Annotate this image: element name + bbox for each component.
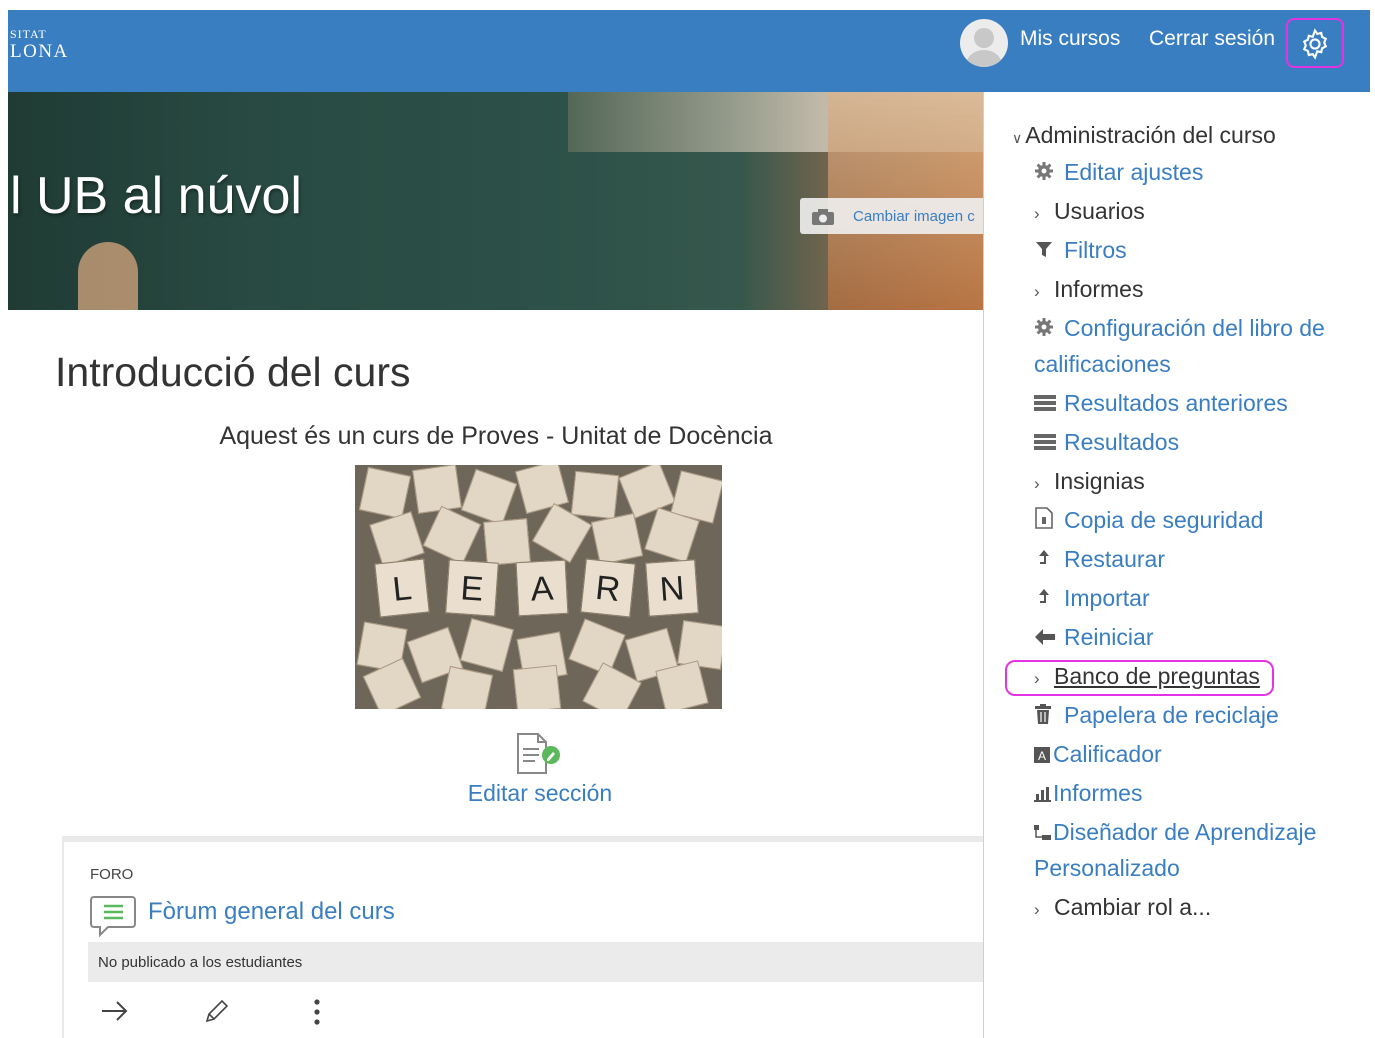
chevron-right-icon: › — [1034, 282, 1040, 301]
admin-section-header[interactable]: ∨ Administración del curso — [1012, 122, 1276, 149]
nav-users[interactable]: › Usuarios — [1034, 194, 1145, 231]
chevron-right-icon: › — [1034, 204, 1040, 223]
tile-letter: N — [645, 559, 699, 617]
gear-icon — [1034, 312, 1064, 347]
file-icon — [1034, 504, 1064, 539]
learn-image: L E A R N — [355, 465, 722, 709]
nav-gradebook-setup[interactable]: Configuración del libro de calificacione… — [1034, 311, 1352, 382]
settings-button[interactable] — [1286, 18, 1344, 68]
chevron-right-icon: › — [1034, 474, 1040, 493]
logo-line-1: SITAT — [10, 27, 47, 41]
nav-grader[interactable]: A Calificador — [1034, 737, 1162, 773]
university-logo[interactable]: SITAT LONA — [10, 28, 69, 61]
chevron-right-icon: › — [1034, 669, 1040, 688]
camera-icon — [812, 209, 834, 225]
more-options-icon[interactable] — [312, 998, 322, 1031]
course-administration-drawer: ∨ Administración del curso Editar ajustes… — [983, 92, 1375, 1038]
my-courses-link[interactable]: Mis cursos — [1020, 27, 1120, 51]
gear-icon — [1034, 156, 1064, 191]
tile-letter: A — [515, 559, 569, 617]
list-icon — [1034, 426, 1064, 461]
course-banner: l UB al núvol Cambiar imagen c — [8, 92, 984, 310]
change-image-button[interactable]: Cambiar imagen c — [800, 198, 984, 234]
nav-reports[interactable]: › Informes — [1034, 272, 1143, 309]
arrow-left-icon — [1034, 621, 1064, 656]
pencil-icon[interactable] — [202, 998, 230, 1031]
grade-icon: A — [1034, 738, 1053, 773]
nav-previous-outcomes[interactable]: Resultados anteriores — [1034, 386, 1288, 422]
nav-backup[interactable]: Copia de seguridad — [1034, 503, 1263, 539]
logout-link[interactable]: Cerrar sesión — [1149, 27, 1275, 51]
nav-recycle-bin[interactable]: Papelera de reciclaje — [1034, 698, 1279, 734]
nav-restore[interactable]: Restaurar — [1034, 542, 1165, 578]
tree-icon — [1034, 816, 1053, 851]
list-icon — [1034, 387, 1064, 422]
course-title: l UB al núvol — [10, 167, 302, 225]
forum-activity-card: FORO Fòrum general del curs No publicado… — [62, 836, 986, 1038]
activity-type-label: FORO — [90, 866, 134, 883]
forum-link[interactable]: Fòrum general del curs — [148, 898, 395, 926]
change-image-label: Cambiar imagen c — [853, 208, 975, 225]
nav-learning-designer[interactable]: Diseñador de Aprendizaje Personalizado — [1034, 815, 1352, 886]
nav-filters[interactable]: Filtros — [1034, 233, 1127, 269]
nav-outcomes[interactable]: Resultados — [1034, 425, 1179, 461]
visibility-note: No publicado a los estudiantes — [88, 942, 986, 982]
gear-icon — [1302, 28, 1328, 60]
logo-line-2: LONA — [10, 41, 69, 62]
chevron-down-icon: ∨ — [1012, 130, 1023, 146]
arrow-right-icon[interactable] — [100, 998, 130, 1029]
section-title: Introducció del curs — [55, 349, 411, 395]
tile-letter: E — [445, 559, 499, 617]
filter-icon — [1034, 234, 1064, 269]
tile-letter: L — [374, 558, 430, 618]
trash-icon — [1034, 699, 1064, 734]
edit-section-icon[interactable] — [515, 733, 563, 780]
svg-text:A: A — [1038, 749, 1046, 763]
chevron-right-icon: › — [1034, 900, 1040, 919]
nav-badges[interactable]: › Insignias — [1034, 464, 1145, 501]
nav-edit-settings[interactable]: Editar ajustes — [1034, 155, 1203, 191]
top-navbar: SITAT LONA Mis cursos Cerrar sesión — [8, 10, 1370, 92]
section-summary: Aquest és un curs de Proves - Unitat de … — [219, 422, 773, 450]
user-avatar[interactable] — [960, 19, 1008, 67]
admin-header-label: Administración del curso — [1025, 122, 1276, 148]
bar-chart-icon — [1034, 777, 1053, 812]
upload-icon — [1034, 543, 1064, 578]
edit-section-link[interactable]: Editar sección — [8, 780, 1072, 807]
forum-icon — [90, 894, 138, 943]
nav-import[interactable]: Importar — [1034, 581, 1150, 617]
tile-letter: R — [580, 558, 636, 618]
nav-reports-2[interactable]: Informes — [1034, 776, 1142, 812]
nav-reset[interactable]: Reiniciar — [1034, 620, 1153, 656]
upload-icon — [1034, 582, 1064, 617]
visibility-note-text: No publicado a los estudiantes — [98, 954, 303, 971]
nav-switch-role[interactable]: › Cambiar rol a... — [1034, 890, 1211, 927]
nav-question-bank[interactable]: › Banco de preguntas — [1034, 659, 1260, 696]
